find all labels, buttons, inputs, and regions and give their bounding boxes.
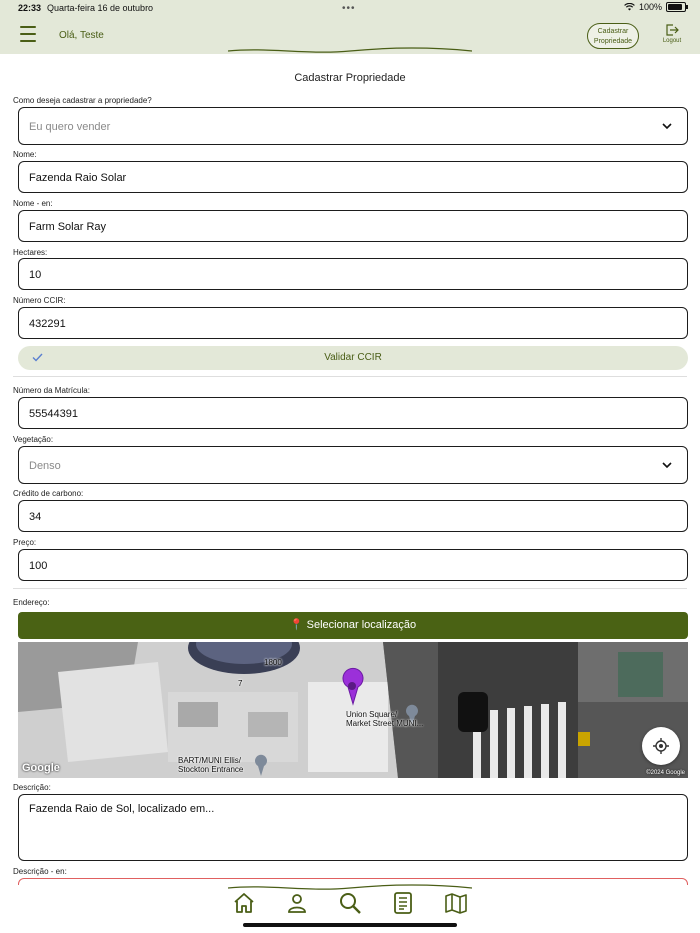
search-icon[interactable] [338, 891, 362, 915]
chevron-down-icon [662, 462, 672, 469]
logout-button[interactable]: Logout [659, 24, 685, 44]
validate-ccir-button[interactable]: Validar CCIR [18, 346, 688, 370]
name-en-input[interactable]: Farm Solar Ray [18, 210, 688, 242]
ccir-input[interactable]: 432291 [18, 307, 688, 339]
vegetation-select[interactable]: Denso [18, 446, 688, 484]
menu-icon [20, 26, 36, 28]
status-date: Quarta-feira 16 de outubro [47, 3, 154, 13]
matricula-value: 55544391 [29, 408, 78, 420]
map-poi-bart[interactable]: BART/MUNI Ellis/ Stockton Entrance [178, 756, 243, 774]
status-right: 100% [624, 2, 688, 12]
description-en-label: Descrição - en: [13, 867, 67, 876]
price-input[interactable]: 100 [18, 549, 688, 581]
greeting: Olá, Teste [59, 30, 104, 41]
hectares-value: 10 [29, 269, 42, 281]
mode-select-value: Eu quero vender [29, 121, 111, 133]
profile-icon[interactable] [285, 891, 309, 915]
carbon-label: Crédito de carbono: [13, 489, 84, 498]
register-property-button[interactable]: Cadastrar Propriedade [587, 23, 639, 49]
divider [13, 588, 687, 589]
map-view[interactable]: 1800 7 Union Square/ Market Street MUNI.… [18, 642, 688, 778]
select-location-button[interactable]: 📍 Selecionar localização [18, 612, 688, 639]
map-poi-union-square[interactable]: Union Square/ Market Street MUNI... [346, 710, 423, 728]
status-bar: 22:33 Quarta-feira 16 de outubro ••• 100… [0, 0, 700, 16]
logout-icon [666, 24, 679, 36]
hectares-label: Hectares: [13, 248, 48, 257]
description-value: Fazenda Raio de Sol, localizado em... [29, 803, 215, 815]
map-label-7: 7 [238, 679, 243, 688]
chevron-down-icon [662, 123, 672, 130]
register-label-2: Propriedade [593, 38, 633, 45]
battery-percent: 100% [638, 2, 662, 12]
matricula-label: Número da Matrícula: [13, 386, 90, 395]
name-en-label: Nome - en: [13, 199, 53, 208]
ccir-value: 432291 [29, 318, 66, 330]
poi-line: Union Square/ [346, 710, 398, 719]
validate-ccir-label: Validar CCIR [324, 352, 382, 363]
carbon-input[interactable]: 34 [18, 500, 688, 532]
poi-line: BART/MUNI Ellis/ [178, 756, 241, 765]
status-time: 22:33 [18, 3, 42, 13]
battery-icon [666, 2, 688, 12]
hectares-input[interactable]: 10 [18, 258, 688, 290]
logout-label: Logout [662, 38, 682, 44]
google-logo: Google [22, 762, 60, 774]
header-wave-decoration [228, 47, 472, 53]
price-label: Preço: [13, 538, 37, 547]
vegetation-label: Vegetação: [13, 435, 54, 444]
menu-button[interactable] [20, 26, 36, 42]
address-label: Endereço: [13, 598, 50, 607]
ccir-label: Número CCIR: [13, 296, 66, 305]
name-value: Fazenda Raio Solar [29, 172, 127, 184]
my-location-button[interactable] [642, 727, 680, 765]
description-textarea[interactable]: Fazenda Raio de Sol, localizado em... [18, 794, 688, 861]
carbon-value: 34 [29, 511, 42, 523]
name-input[interactable]: Fazenda Raio Solar [18, 161, 688, 193]
vegetation-select-value: Denso [29, 460, 61, 472]
register-label-1: Cadastrar [597, 28, 629, 35]
map-copyright: ©2024 Google [646, 770, 685, 776]
divider [13, 376, 687, 377]
name-label: Nome: [13, 150, 37, 159]
poi-line: Stockton Entrance [178, 765, 244, 774]
map-icon[interactable] [444, 891, 468, 915]
home-icon[interactable] [232, 891, 256, 915]
price-value: 100 [29, 560, 48, 572]
check-icon [32, 353, 43, 362]
matricula-input[interactable]: 55544391 [18, 397, 688, 429]
map-label-1800: 1800 [264, 658, 282, 667]
document-icon[interactable] [391, 891, 415, 915]
select-location-label: Selecionar localização [306, 619, 417, 631]
wifi-icon [624, 3, 635, 11]
page-title: Cadastrar Propriedade [294, 72, 406, 84]
poi-line: Market Street MUNI... [346, 719, 424, 728]
name-en-value: Farm Solar Ray [29, 221, 107, 233]
description-label: Descrição: [13, 783, 51, 792]
multitask-dots[interactable]: ••• [342, 3, 356, 14]
mode-select[interactable]: Eu quero vender [18, 107, 688, 145]
crosshair-icon [653, 738, 669, 754]
pin-icon: 📍 [289, 619, 304, 631]
home-indicator[interactable] [243, 923, 457, 927]
mode-label: Como deseja cadastrar a propriedade? [13, 96, 152, 105]
